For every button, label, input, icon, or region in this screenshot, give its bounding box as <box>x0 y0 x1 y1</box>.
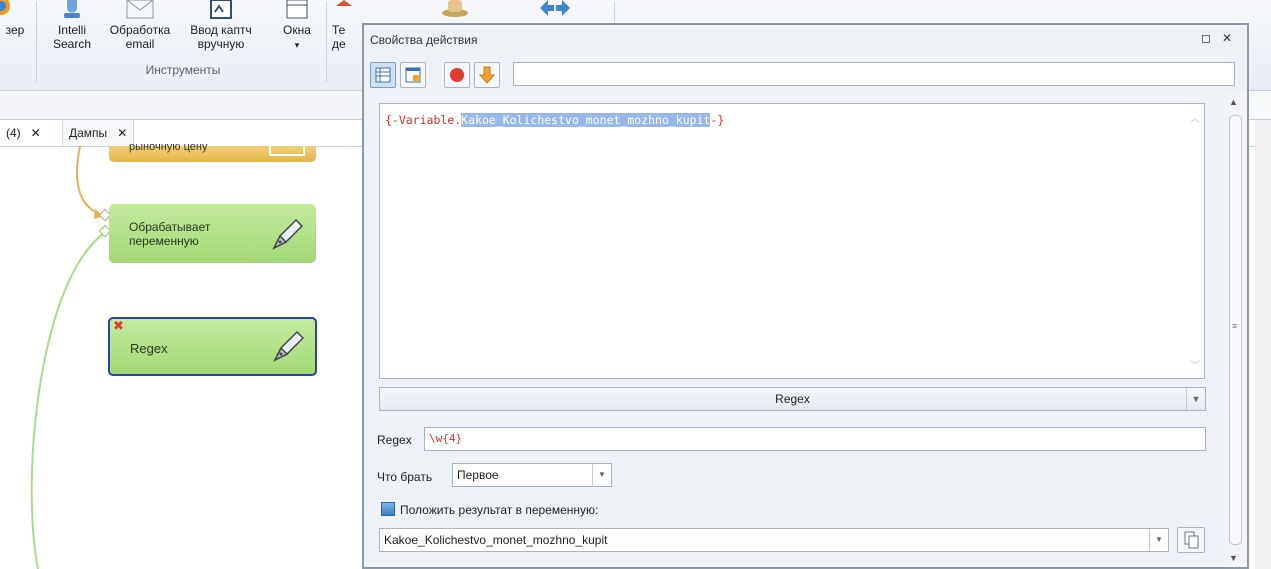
arrows-icon[interactable] <box>538 0 572 18</box>
code-view-button[interactable] <box>400 62 426 88</box>
email-line1: Обработка <box>109 23 171 37</box>
email-line2: email <box>125 37 155 51</box>
take-value: Первое <box>457 468 499 482</box>
windows-icon <box>286 0 308 19</box>
code-window-icon <box>405 67 421 83</box>
pen-icon <box>272 218 304 250</box>
partial-button[interactable]: Те де <box>332 0 362 51</box>
chevron-down-icon[interactable]: ▼ <box>1186 388 1205 410</box>
code-suffix: -} <box>710 113 725 127</box>
error-x-icon: ✖ <box>113 318 124 333</box>
action-node-process-variable[interactable]: Обрабатывает переменную <box>109 204 316 263</box>
pen-icon <box>273 330 305 362</box>
intelli-line1: Intelli <box>57 23 86 37</box>
tab-project-close-icon[interactable]: ✕ <box>31 126 41 140</box>
processing-mode-value: Regex <box>775 392 810 406</box>
properties-view-button[interactable] <box>370 62 396 88</box>
partial-line1: Те <box>332 23 346 37</box>
regex-input[interactable]: \w{4} <box>424 427 1206 451</box>
captcha-icon <box>210 0 232 19</box>
result-variable-value: Kakoe_Kolichestvo_monet_mozhno_kupit <box>384 533 608 547</box>
processing-mode-dropdown[interactable]: Regex ▼ <box>379 387 1206 411</box>
source-code-text: {-Variable.Kakoe_Kolichestvo_monet_mozhn… <box>385 113 724 127</box>
action-name-input[interactable] <box>513 62 1235 86</box>
move-down-button[interactable] <box>474 62 500 88</box>
breakpoint-button[interactable] <box>444 62 470 88</box>
grip-icon: ≡ <box>1232 321 1238 331</box>
captcha-line2: вручную <box>197 37 245 51</box>
browser-icon <box>0 0 10 15</box>
captcha-line1: Ввод каптч <box>190 23 252 37</box>
strip-right-area <box>1247 91 1271 119</box>
table-icon <box>375 67 391 83</box>
partial-line2: де <box>332 37 346 51</box>
node-market-icon <box>269 146 305 156</box>
partial-icon <box>336 0 352 6</box>
tab-project-label: (4) <box>6 126 21 140</box>
regex-label: Regex <box>377 433 412 447</box>
hat-icon[interactable] <box>440 0 470 18</box>
tools-group-label: Инструменты <box>145 63 221 77</box>
result-variable-select[interactable]: Kakoe_Kolichestvo_monet_mozhno_kupit ▼ <box>379 528 1169 552</box>
code-selected-variable: Kakoe_Kolichestvo_monet_mozhno_kupit <box>461 113 711 127</box>
code-prefix: {-Variable. <box>385 113 462 127</box>
scroll-up-icon[interactable]: ︿ <box>1186 110 1204 125</box>
windows-label: Окна <box>283 23 311 37</box>
tab-project[interactable]: (4) ✕ <box>0 120 47 146</box>
node-process-line2: переменную <box>129 234 199 248</box>
dialog-title: Свойства действия <box>370 33 478 47</box>
copy-icon <box>1184 531 1199 549</box>
intelli-line2: Search <box>52 37 92 51</box>
take-label: Что брать <box>377 470 433 484</box>
node-market-price-label: рыночную цену <box>129 141 208 153</box>
intelli-search-button[interactable]: Intelli Search <box>44 0 100 51</box>
dialog-scroll-thumb[interactable]: ≡ <box>1229 115 1242 545</box>
regex-value: \w{4} <box>429 432 463 445</box>
action-node-regex[interactable]: ✖ Regex <box>108 317 317 376</box>
email-icon <box>126 0 154 19</box>
close-icon[interactable]: ✕ <box>1222 31 1232 45</box>
node-process-label: Обрабатывает переменную <box>129 220 210 248</box>
email-processing-button[interactable]: Обработка email <box>104 0 176 51</box>
copy-variable-button[interactable] <box>1177 527 1205 553</box>
tab-dumps-close-icon[interactable]: ✕ <box>117 126 127 140</box>
intelli-search-icon <box>64 0 80 18</box>
red-circle-icon <box>450 68 464 82</box>
restore-icon[interactable]: ◻ <box>1201 31 1211 45</box>
scroll-up-arrow-icon[interactable]: ▲ <box>1229 97 1238 107</box>
source-text-editor[interactable]: {-Variable.Kakoe_Kolichestvo_monet_mozhn… <box>379 103 1205 379</box>
tab-dumps[interactable]: Дампы ✕ <box>62 120 135 146</box>
store-result-label: Положить результат в переменную: <box>400 503 599 517</box>
browser-button[interactable]: зер <box>0 0 30 37</box>
chevron-down-icon[interactable]: ▼ <box>592 464 611 486</box>
action-node-market-price[interactable]: рыночную цену <box>109 141 316 162</box>
store-result-checkbox[interactable] <box>381 502 395 516</box>
take-select[interactable]: Первое ▼ <box>452 463 612 487</box>
editor-scrollbar[interactable]: ︿ ﹀ <box>1186 104 1204 378</box>
windows-button[interactable]: Окна ▾ <box>274 0 320 52</box>
tab-dumps-label: Дампы <box>69 126 108 140</box>
dialog-scrollbar[interactable]: ▲ ≡ ▼ <box>1224 93 1246 567</box>
manual-captcha-button[interactable]: Ввод каптч вручную <box>184 0 258 51</box>
node-regex-label: Regex <box>130 341 168 356</box>
chevron-down-icon[interactable]: ▼ <box>1149 529 1168 551</box>
windows-dropdown-arrow: ▾ <box>294 40 300 50</box>
canvas-right-gutter <box>1255 120 1271 569</box>
browser-label: зер <box>5 23 25 37</box>
arrow-down-icon <box>478 66 496 84</box>
scroll-down-arrow-icon[interactable]: ▼ <box>1229 553 1238 563</box>
action-properties-dialog: Свойства действия ◻ ✕ {-Variable.Kakoe_K… <box>362 23 1249 569</box>
node-process-line1: Обрабатывает <box>129 220 211 234</box>
scroll-down-icon[interactable]: ﹀ <box>1186 357 1204 372</box>
